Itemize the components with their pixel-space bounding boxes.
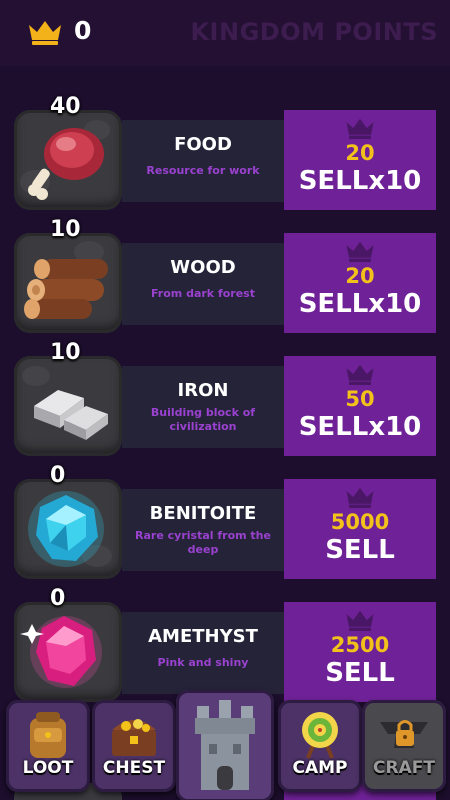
locked-anvil-icon xyxy=(380,720,428,748)
iron-ingot-icon xyxy=(34,390,108,440)
sell-button-food[interactable]: 20 SELLx10 xyxy=(284,110,436,210)
sell-price: 5000 xyxy=(330,510,390,534)
resource-count: 10 xyxy=(50,340,81,365)
nav-camp-label: CAMP xyxy=(292,758,348,778)
resource-name: IRON xyxy=(177,380,229,401)
resource-count: 10 xyxy=(50,217,81,242)
points-value: 0 xyxy=(74,16,92,45)
sell-label: SELLx10 xyxy=(298,166,422,196)
sell-button-benitoite[interactable]: 5000 SELL xyxy=(284,479,436,579)
resource-description: Rare cyristal from the deep xyxy=(135,529,271,556)
resource-name: BENITOITE xyxy=(149,503,257,524)
resource-row-benitoite: 0 BENITOITE Rare cyristal from the deep … xyxy=(0,463,450,579)
blue-gem-icon xyxy=(28,491,104,567)
crown-icon xyxy=(346,610,374,631)
sell-label: SELLx10 xyxy=(298,412,422,442)
resource-info: IRON Building block of civilization xyxy=(122,366,284,448)
sell-label: SELLx10 xyxy=(298,289,422,319)
kingdom-points-title: KINGDOM POINTS xyxy=(190,18,438,46)
resource-name: AMETHYST xyxy=(148,626,258,647)
castle-tower-icon xyxy=(195,700,255,790)
resource-count: 0 xyxy=(50,463,66,488)
resource-tile xyxy=(14,233,122,333)
nav-loot-label: LOOT xyxy=(22,758,74,778)
sell-label: SELL xyxy=(325,535,395,565)
sell-label: SELL xyxy=(325,658,395,688)
treasure-chest-icon xyxy=(112,719,156,756)
crown-icon xyxy=(346,241,374,262)
pink-gem-icon xyxy=(20,616,102,688)
crown-icon xyxy=(346,118,374,139)
nav-craft-label: CRAFT xyxy=(373,758,435,778)
sell-price: 20 xyxy=(345,141,375,165)
resource-row-amethyst: 0 AMETHYST Pink and shiny 2500 SELL xyxy=(0,586,450,702)
resource-info: AMETHYST Pink and shiny xyxy=(122,612,284,694)
resource-row-iron: 10 IRON Building block of civilization 5… xyxy=(0,340,450,456)
archery-target-icon xyxy=(302,712,338,759)
sell-price: 50 xyxy=(345,387,375,411)
resource-info: BENITOITE Rare cyristal from the deep xyxy=(122,489,284,571)
nav-camp-button[interactable]: CAMP xyxy=(278,700,362,792)
nav-kingdom-button[interactable] xyxy=(176,690,274,800)
backpack-icon xyxy=(30,712,66,758)
nav-chest-label: CHEST xyxy=(102,758,166,778)
nav-chest-button[interactable]: CHEST xyxy=(92,700,176,792)
crown-icon xyxy=(29,21,61,45)
log-icon xyxy=(24,259,108,319)
resource-description: Resource for work xyxy=(146,164,260,177)
resource-tile xyxy=(14,479,122,579)
resource-name: WOOD xyxy=(170,257,236,278)
resource-info: FOOD Resource for work xyxy=(122,120,284,202)
resource-row-wood: 10 WOOD From dark forest 20 SELLx10 xyxy=(0,217,450,333)
meat-icon xyxy=(28,128,104,200)
top-bar: 0 KINGDOM POINTS xyxy=(0,0,450,66)
sell-price: 2500 xyxy=(330,633,390,657)
resource-tile xyxy=(14,110,122,210)
resource-count: 0 xyxy=(50,586,66,611)
nav-craft-button[interactable]: CRAFT xyxy=(362,700,446,792)
resource-description: Pink and shiny xyxy=(157,656,249,669)
resource-row-food: 40 FOOD Resource for work 20 SELLx10 xyxy=(0,94,450,210)
sell-button-amethyst[interactable]: 2500 SELL xyxy=(284,602,436,702)
resource-tile xyxy=(14,356,122,456)
resource-description: Building block of civilization xyxy=(150,406,256,433)
crown-icon xyxy=(346,364,374,385)
nav-loot-button[interactable]: LOOT xyxy=(6,700,90,792)
resource-name: FOOD xyxy=(174,134,232,155)
sell-price: 20 xyxy=(345,264,375,288)
sell-button-iron[interactable]: 50 SELLx10 xyxy=(284,356,436,456)
resource-count: 40 xyxy=(50,94,81,119)
bottom-nav: LOOT CHEST CAMP CRAFT xyxy=(0,690,450,800)
resource-description: From dark forest xyxy=(151,287,255,300)
crown-icon xyxy=(346,487,374,508)
sell-button-wood[interactable]: 20 SELLx10 xyxy=(284,233,436,333)
resource-info: WOOD From dark forest xyxy=(122,243,284,325)
resource-tile xyxy=(14,602,122,702)
